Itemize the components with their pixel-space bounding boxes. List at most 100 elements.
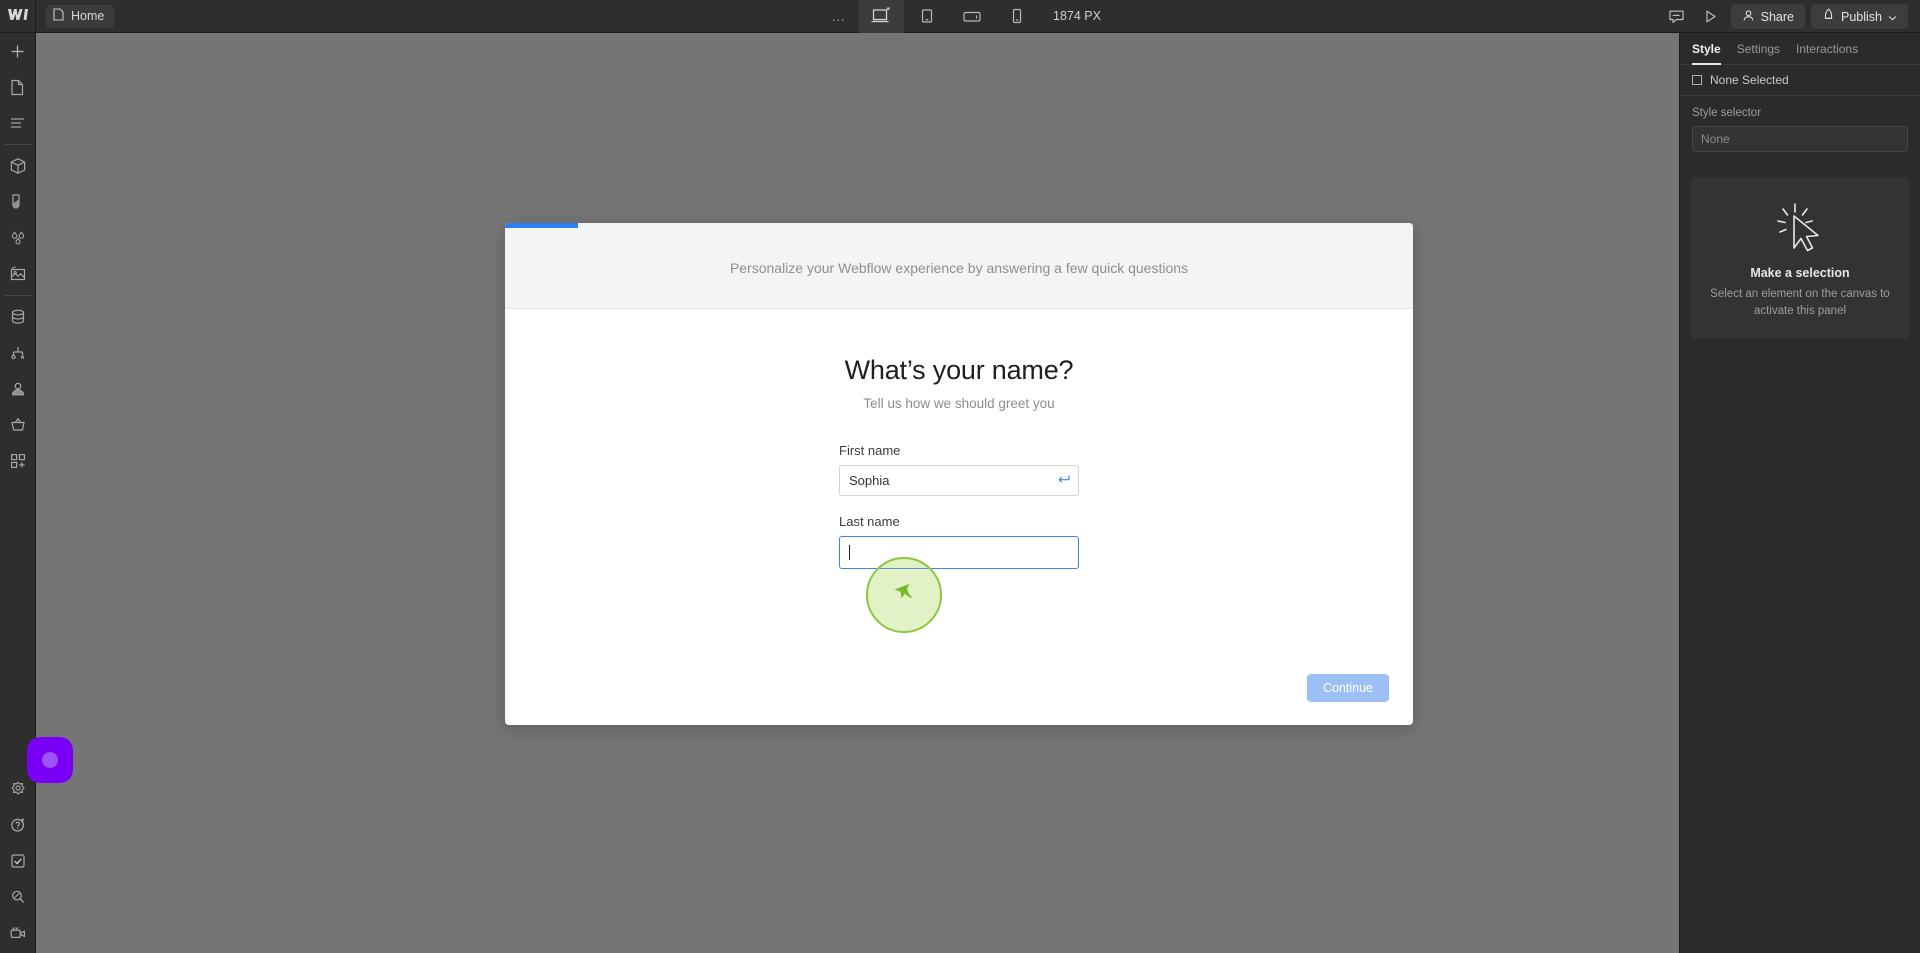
name-form: First name Sophia Last name (839, 443, 1079, 569)
apps-button[interactable] (0, 443, 36, 479)
style-selector-section: Style selector None (1680, 96, 1920, 164)
progress-bar-fill (505, 223, 578, 228)
empty-state-panel: Make a selection Select an element on th… (1690, 178, 1910, 340)
preview-play-icon[interactable] (1697, 4, 1725, 30)
webflow-logo-icon[interactable] (0, 0, 36, 33)
purple-circle-icon (42, 752, 58, 768)
breakpoint-tablet[interactable] (904, 0, 949, 33)
last-name-field-group: Last name (839, 514, 1079, 569)
share-button[interactable]: Share (1730, 4, 1805, 29)
tab-style[interactable]: Style (1692, 42, 1721, 65)
variables-button[interactable] (0, 220, 36, 256)
modal-body: What’s your name? Tell us how we should … (505, 309, 1413, 569)
navigator-button[interactable] (0, 105, 36, 141)
page-icon (53, 8, 64, 24)
logic-button[interactable] (0, 335, 36, 371)
apps-grid-icon (10, 453, 25, 468)
breakpoint-mobile-portrait[interactable] (994, 0, 1039, 33)
modal-subtitle: Tell us how we should greet you (863, 396, 1055, 411)
last-name-label: Last name (839, 514, 900, 529)
first-name-label: First name (839, 443, 901, 458)
help-button[interactable] (0, 807, 36, 843)
desktop-icon: * (871, 7, 891, 23)
paint-swatch-icon (12, 194, 20, 209)
image-icon (10, 266, 25, 281)
style-selector-placeholder: None (1701, 132, 1730, 146)
page-pill-label: Home (71, 9, 105, 23)
svg-text:*: * (886, 7, 891, 17)
share-button-label: Share (1760, 9, 1794, 24)
topbar-actions: Share Publish (1663, 0, 1908, 33)
mobile-portrait-icon (1012, 8, 1021, 24)
breakpoint-mobile-landscape[interactable] (949, 0, 994, 33)
assistant-fab-button[interactable] (27, 737, 73, 783)
selection-status: None Selected (1680, 65, 1920, 96)
style-selector-input[interactable]: None (1692, 126, 1908, 152)
pages-button[interactable] (0, 69, 36, 105)
cms-button[interactable] (0, 299, 36, 335)
plus-icon (11, 45, 24, 57)
search-button[interactable] (0, 879, 36, 915)
first-name-value: Sophia (849, 473, 890, 488)
first-name-field-group: First name Sophia (839, 443, 1079, 496)
selection-status-label: None Selected (1710, 73, 1789, 87)
right-panel-tabs: Style Settings Interactions (1680, 33, 1920, 65)
search-slash-icon (12, 890, 25, 903)
mobile-landscape-icon (962, 11, 981, 22)
first-name-input[interactable]: Sophia (839, 465, 1079, 496)
tab-settings[interactable]: Settings (1737, 42, 1780, 65)
navigator-icon (11, 118, 24, 128)
rail-bottom-group (0, 771, 36, 953)
gear-icon (11, 781, 25, 795)
modal-footer: Continue (505, 651, 1413, 725)
modal-header: Personalize your Webflow experience by a… (505, 223, 1413, 309)
modal-title: What’s your name? (844, 355, 1074, 385)
ecommerce-button[interactable] (0, 407, 36, 443)
breakpoint-switcher: … * 1874 PX (819, 0, 1101, 33)
tablet-icon (921, 9, 932, 23)
style-manager-button[interactable] (0, 184, 36, 220)
add-elements-button[interactable] (0, 33, 36, 69)
viewport-size-label: 1874 PX (1053, 9, 1101, 23)
empty-state-description: Select an element on the canvas to activ… (1710, 288, 1890, 317)
text-caret (849, 545, 850, 560)
tab-interactions[interactable]: Interactions (1796, 42, 1858, 65)
person-icon (1742, 9, 1755, 25)
cube-icon (10, 158, 25, 174)
database-icon (11, 309, 24, 324)
droplets-icon (11, 231, 24, 245)
publish-button[interactable]: Publish (1811, 4, 1908, 29)
progress-bar-track (505, 223, 1413, 228)
click-indicator (866, 557, 942, 633)
video-camera-icon (10, 927, 25, 938)
green-cursor-icon (894, 584, 913, 599)
top-toolbar: Home … * 1874 PX Share Publish (0, 0, 1920, 33)
square-icon (1692, 75, 1702, 85)
left-toolbar (0, 33, 36, 953)
publish-button-label: Publish (1841, 9, 1882, 24)
video-tutorials-button[interactable] (0, 915, 36, 951)
audit-button[interactable] (0, 843, 36, 879)
logic-flow-icon (10, 347, 24, 360)
ellipsis-icon: … (831, 8, 847, 24)
style-selector-label: Style selector (1692, 107, 1762, 119)
rocket-icon (1822, 8, 1835, 25)
users-button[interactable] (0, 371, 36, 407)
last-name-input[interactable] (839, 536, 1079, 569)
continue-button[interactable]: Continue (1306, 674, 1389, 702)
components-button[interactable] (0, 148, 36, 184)
modal-header-text: Personalize your Webflow experience by a… (729, 260, 1189, 276)
canvas-more-menu-button[interactable]: … (819, 0, 859, 33)
assets-button[interactable] (0, 256, 36, 292)
breakpoint-desktop[interactable]: * (859, 0, 905, 33)
rail-divider (3, 144, 32, 145)
page-pill-home[interactable]: Home (46, 4, 115, 28)
empty-state-title: Make a selection (1750, 266, 1850, 280)
user-icon (11, 382, 24, 396)
page-icon (11, 79, 24, 95)
enter-return-icon[interactable] (1056, 474, 1070, 488)
click-cursor-icon (1777, 203, 1819, 252)
rail-divider (3, 295, 32, 296)
comment-icon[interactable] (1663, 4, 1691, 30)
help-sparkle-icon (11, 818, 25, 832)
